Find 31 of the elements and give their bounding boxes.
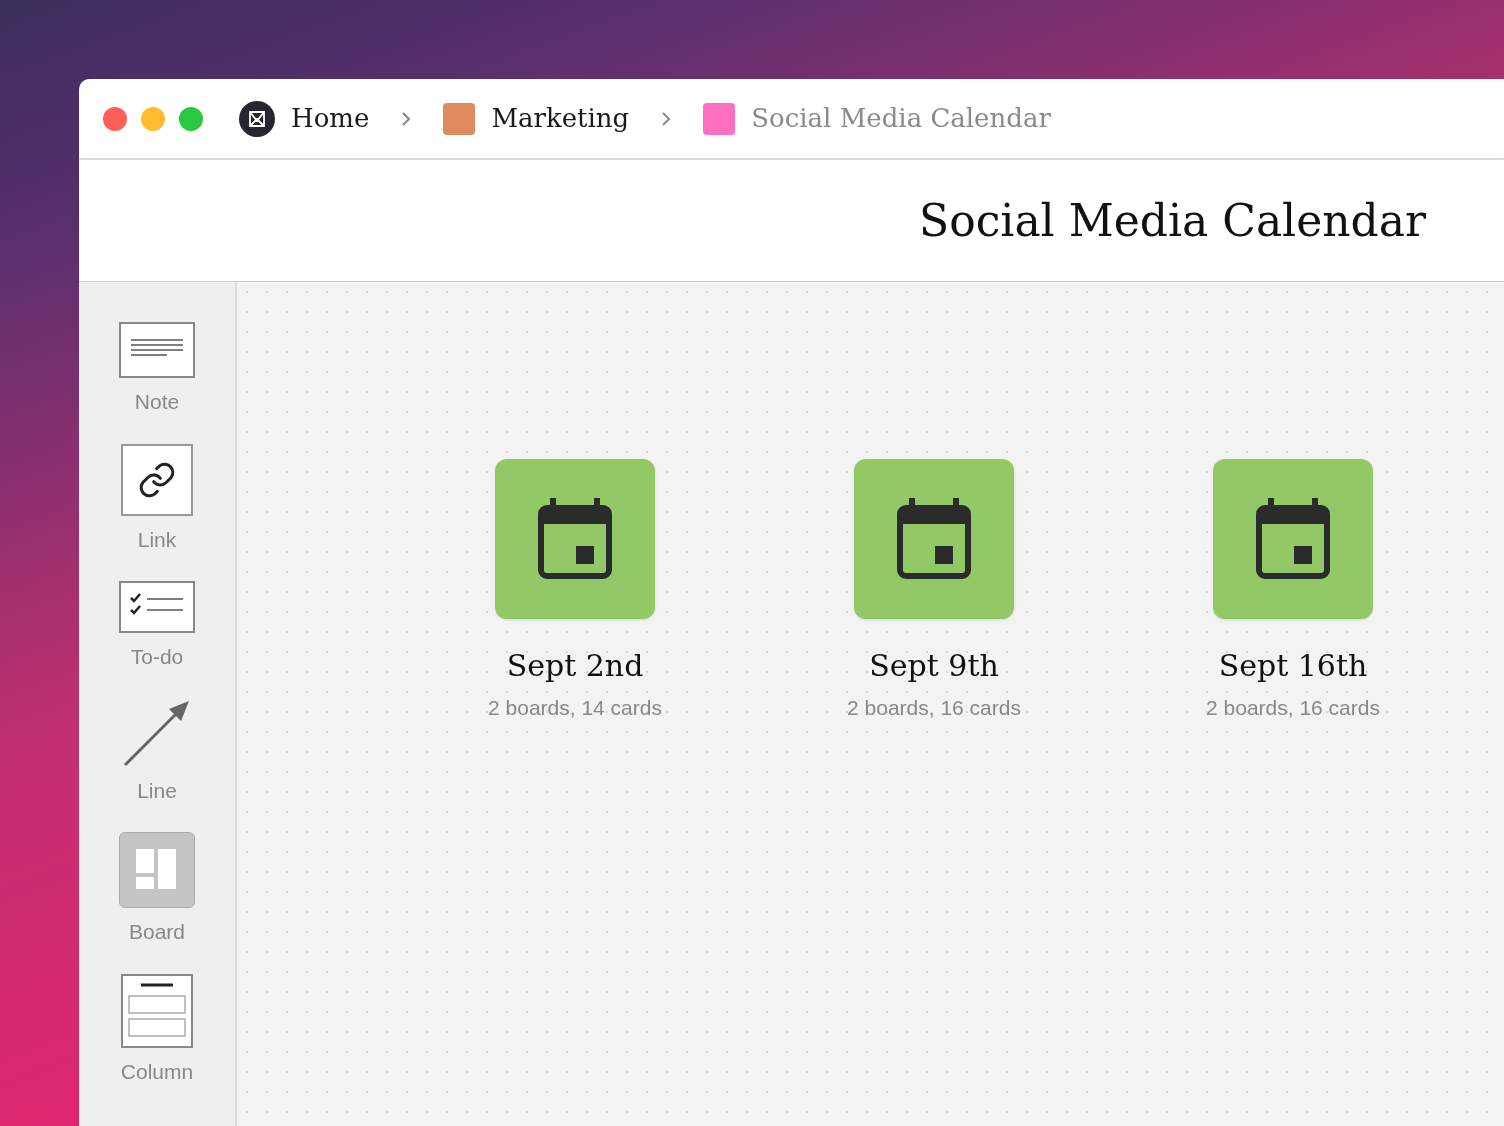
board-card[interactable]: Sept 2nd 2 boards, 14 cards — [475, 459, 675, 724]
column-icon — [121, 973, 193, 1048]
board-title: Sept 16th — [1218, 647, 1368, 685]
board-title: Sept 9th — [869, 647, 999, 685]
board-meta: 2 boards, 16 cards — [847, 695, 1021, 721]
close-button[interactable] — [103, 106, 127, 131]
minimize-button[interactable] — [141, 106, 165, 131]
board-card[interactable]: Sept 9th 2 boards, 16 cards — [834, 459, 1034, 724]
tool-button[interactable]: Line — [123, 698, 191, 806]
breadcrumb-link[interactable]: Social Media Calendar — [751, 99, 1051, 138]
board-card[interactable]: Sept 16th 2 boards, 16 cards — [1193, 459, 1393, 724]
tool-button[interactable]: To-do — [119, 581, 195, 673]
breadcrumb-link[interactable]: Home — [291, 99, 370, 138]
link-icon — [121, 443, 193, 516]
arrow-icon — [123, 698, 191, 767]
zoom-button[interactable] — [179, 106, 203, 131]
tool-button[interactable]: Note — [119, 322, 195, 418]
board-meta: 2 boards, 14 cards — [488, 695, 662, 721]
board-meta: 2 boards, 16 cards — [1206, 695, 1380, 721]
board-icon — [119, 832, 195, 908]
tool-button[interactable]: Link — [121, 443, 193, 555]
chevron-icon — [401, 110, 412, 127]
checklist-icon — [119, 581, 195, 633]
logo-icon — [239, 100, 275, 137]
tool-button[interactable]: Board — [119, 832, 195, 948]
note-icon — [119, 322, 195, 378]
chevron-icon — [661, 110, 672, 127]
page-title: Social Media Calendar — [919, 193, 1426, 248]
board-title: Sept 2nd — [506, 647, 644, 685]
tool-button[interactable]: Column — [120, 973, 194, 1087]
breadcrumb-link[interactable]: Marketing — [491, 99, 630, 138]
